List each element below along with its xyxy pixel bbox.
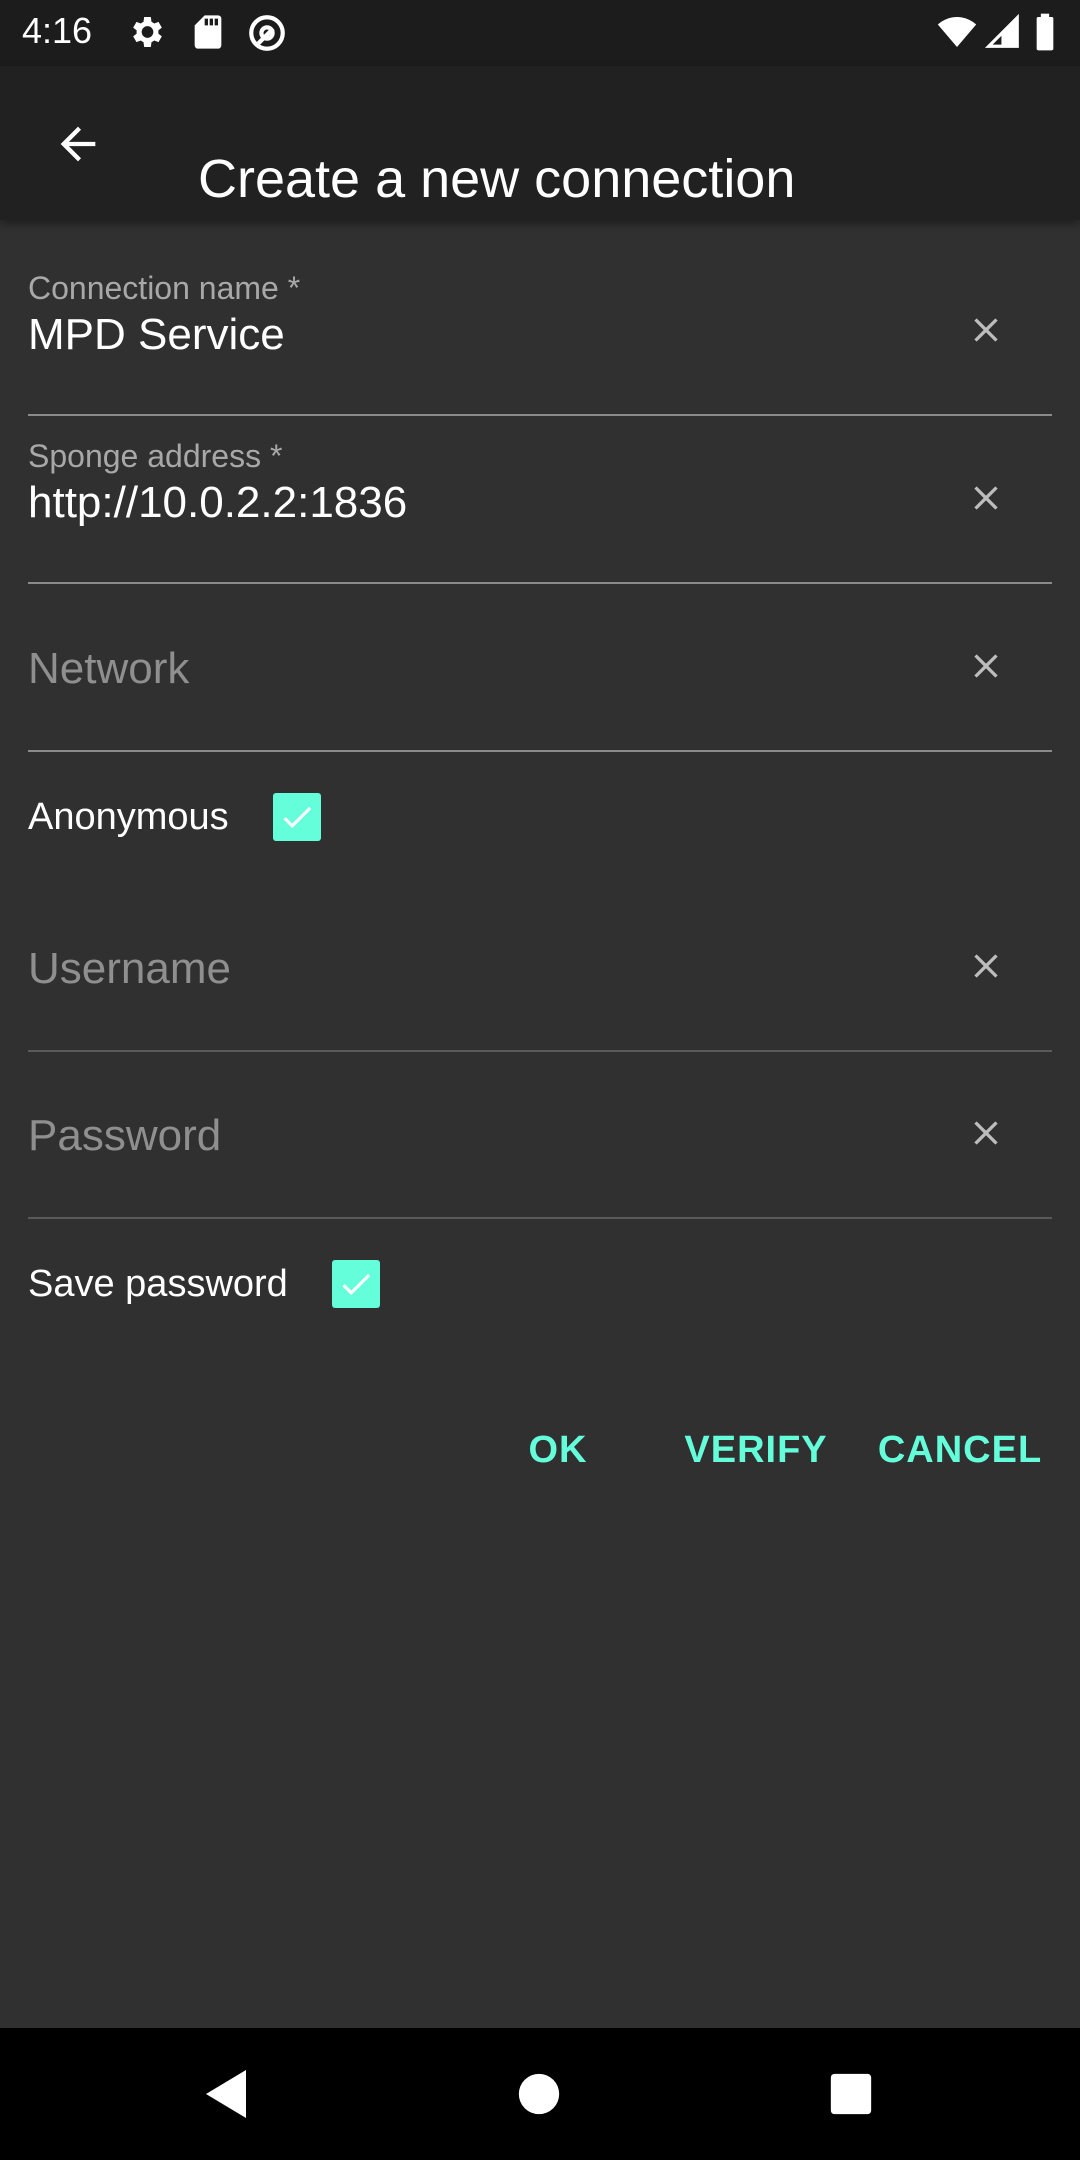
back-triangle-icon — [206, 2070, 246, 2118]
sponge-address-label: Sponge address * — [28, 438, 283, 474]
verify-button[interactable]: VERIFY — [676, 1410, 836, 1490]
cancel-button[interactable]: CANCEL — [874, 1410, 1046, 1490]
anonymous-row[interactable]: Anonymous — [28, 777, 321, 857]
save-password-row[interactable]: Save password — [28, 1244, 380, 1324]
clear-network-button[interactable] — [954, 634, 1018, 698]
home-circle-icon — [518, 2073, 560, 2115]
status-time: 4:16 — [22, 10, 93, 51]
recents-square-icon — [830, 2073, 872, 2115]
nav-back-button[interactable] — [190, 2058, 262, 2130]
connection-name-label: Connection name * — [28, 270, 301, 306]
nav-recents-button[interactable] — [815, 2058, 887, 2130]
save-password-checkbox[interactable] — [331, 1260, 380, 1308]
app-bar: Create a new connection — [0, 66, 1080, 220]
anonymous-label: Anonymous — [28, 795, 229, 838]
username-input[interactable]: Username — [28, 944, 231, 994]
sponge-address-input[interactable]: http://10.0.2.2:1836 — [28, 478, 407, 528]
close-icon — [974, 654, 998, 678]
username-field[interactable]: Username — [28, 884, 1052, 1052]
clear-connection-name-button[interactable] — [954, 298, 1018, 362]
nav-home-button[interactable] — [503, 2058, 575, 2130]
sd-card-icon — [188, 12, 228, 57]
anonymous-checkbox[interactable] — [272, 793, 321, 841]
clear-username-button[interactable] — [954, 934, 1018, 998]
checkmark-icon — [283, 806, 311, 829]
close-icon — [974, 318, 998, 342]
clear-password-button[interactable] — [954, 1101, 1018, 1165]
gear-icon — [126, 12, 166, 57]
wifi-icon — [936, 12, 978, 57]
clear-sponge-address-button[interactable] — [954, 466, 1018, 530]
page-title: Create a new connection — [198, 149, 796, 210]
arrow-left-icon — [60, 126, 96, 162]
sponge-address-field[interactable]: Sponge address * http://10.0.2.2:1836 — [28, 416, 1052, 584]
close-icon — [974, 954, 998, 978]
at-sign-icon — [246, 12, 288, 59]
network-field[interactable]: Network — [28, 584, 1052, 752]
cell-signal-icon — [984, 12, 1022, 57]
system-nav-bar — [0, 2028, 1080, 2160]
battery-icon — [1032, 12, 1058, 57]
connection-name-field[interactable]: Connection name * MPD Service — [28, 248, 1052, 416]
back-button[interactable] — [38, 104, 118, 184]
status-bar: 4:16 — [0, 0, 1080, 66]
network-input[interactable]: Network — [28, 644, 189, 694]
password-input[interactable]: Password — [28, 1111, 221, 1161]
close-icon — [974, 1121, 998, 1145]
ok-button[interactable]: OK — [508, 1410, 608, 1490]
save-password-label: Save password — [28, 1262, 288, 1305]
password-field[interactable]: Password — [28, 1051, 1052, 1219]
close-icon — [974, 486, 998, 510]
checkmark-icon — [342, 1273, 371, 1296]
connection-name-input[interactable]: MPD Service — [28, 310, 285, 360]
